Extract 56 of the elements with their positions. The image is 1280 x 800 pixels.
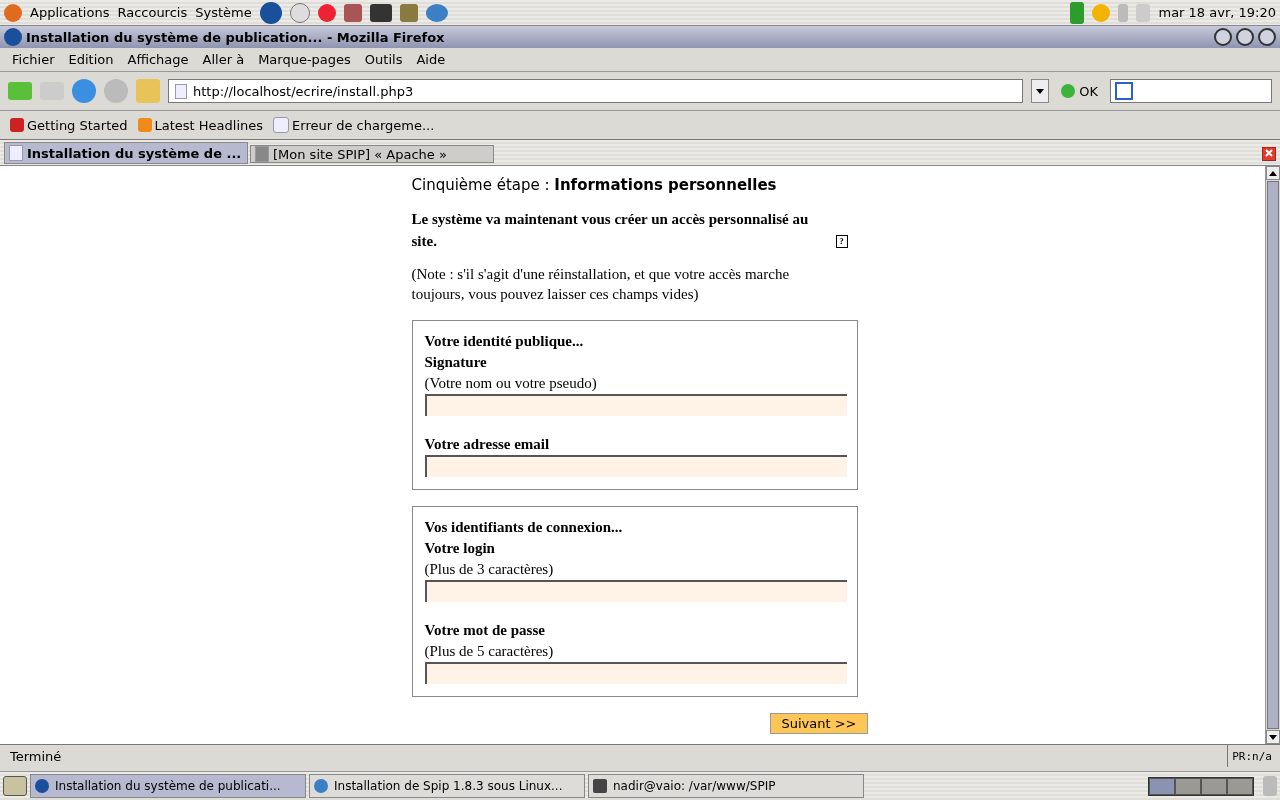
note-text: (Note : s'il s'agit d'une réinstallation, et que votre accès marche toujours, vous pouvez laisser ces champs vides) — [411, 265, 791, 304]
maximize-button[interactable] — [1236, 28, 1254, 46]
input-field[interactable] — [424, 662, 847, 684]
bookmark-link[interactable]: Getting Started — [10, 117, 128, 133]
scroll-down-button[interactable] — [1266, 730, 1280, 744]
step-heading: Cinquième étape : Informations personnelles — [411, 176, 778, 194]
status-text: Terminé — [9, 748, 63, 764]
window-title: Installation du système de publication... - Mozilla Firefox — [26, 29, 445, 45]
field-label: Votre adresse email — [424, 435, 551, 454]
bookmark-link[interactable]: Latest Headlines — [137, 117, 264, 133]
taskbar-item[interactable]: nadir@vaio: /var/www/SPIP — [588, 774, 864, 798]
scrollbar[interactable] — [1265, 166, 1280, 744]
pagerank-text: PR:n/a — [1227, 745, 1276, 767]
help-icon[interactable]: ? — [835, 235, 848, 248]
menu-item[interactable]: Aller à — [202, 52, 245, 67]
search-field[interactable] — [1110, 79, 1272, 103]
workspace-button[interactable] — [1227, 777, 1253, 795]
page-icon — [175, 83, 187, 99]
workspace-button[interactable] — [1201, 777, 1227, 795]
input-field[interactable] — [424, 580, 847, 602]
panel-menu[interactable]: Raccourcis — [117, 5, 188, 20]
browser-tab[interactable]: Installation du système de ... — [4, 142, 248, 164]
panel-menu[interactable]: Système — [195, 5, 252, 20]
url-field[interactable]: http://localhost/ecrire/install.php3 — [168, 79, 1024, 103]
browser-tab[interactable]: [Mon site SPIP] « Apache » — [250, 145, 494, 163]
input-field[interactable] — [424, 394, 847, 416]
clock-text[interactable]: mar 18 avr, 19:20 — [1158, 5, 1276, 20]
bookmark-link[interactable]: Erreur de chargeme... — [273, 117, 435, 133]
menu-item[interactable]: Marque-pages — [258, 52, 351, 67]
field-label: Votre login — [424, 539, 496, 558]
scroll-up-button[interactable] — [1266, 166, 1280, 180]
minimize-button[interactable] — [1214, 28, 1232, 46]
menu-item[interactable]: Edition — [68, 52, 114, 67]
field-label: Votre mot de passe — [424, 621, 546, 640]
fieldset-legend: Votre identité publique... — [424, 331, 847, 352]
close-button[interactable] — [1258, 28, 1276, 46]
taskbar-item[interactable]: Installation du système de publicati... — [30, 774, 306, 798]
taskbar-item[interactable]: Installation de Spip 1.8.3 sous Linux... — [309, 774, 585, 798]
workspace-button[interactable] — [1149, 777, 1175, 795]
input-field[interactable] — [424, 455, 847, 477]
menu-item[interactable]: Aide — [416, 52, 446, 67]
field-hint: (Plus de 5 caractères) — [424, 642, 555, 661]
go-button[interactable]: OK — [1057, 83, 1102, 99]
workspace-button[interactable] — [1175, 777, 1201, 795]
panel-menu[interactable]: Applications — [30, 5, 110, 20]
next-button[interactable]: Suivant >> — [770, 713, 868, 734]
close-tab-button[interactable] — [1262, 147, 1276, 161]
menu-item[interactable]: Outils — [364, 52, 403, 67]
menu-item[interactable]: Fichier — [12, 52, 55, 67]
field-hint: (Votre nom ou votre pseudo) — [424, 374, 598, 393]
dropdown-button[interactable] — [1031, 79, 1050, 103]
menu-item[interactable]: Affichage — [127, 52, 189, 67]
field-hint: (Plus de 3 caractères) — [424, 560, 555, 579]
field-label: Signature — [424, 353, 488, 372]
fieldset-legend: Vos identifiants de connexion... — [424, 517, 847, 538]
intro-text: Le système va maintenant vous créer un accès personnalisé au site. — [411, 210, 810, 251]
